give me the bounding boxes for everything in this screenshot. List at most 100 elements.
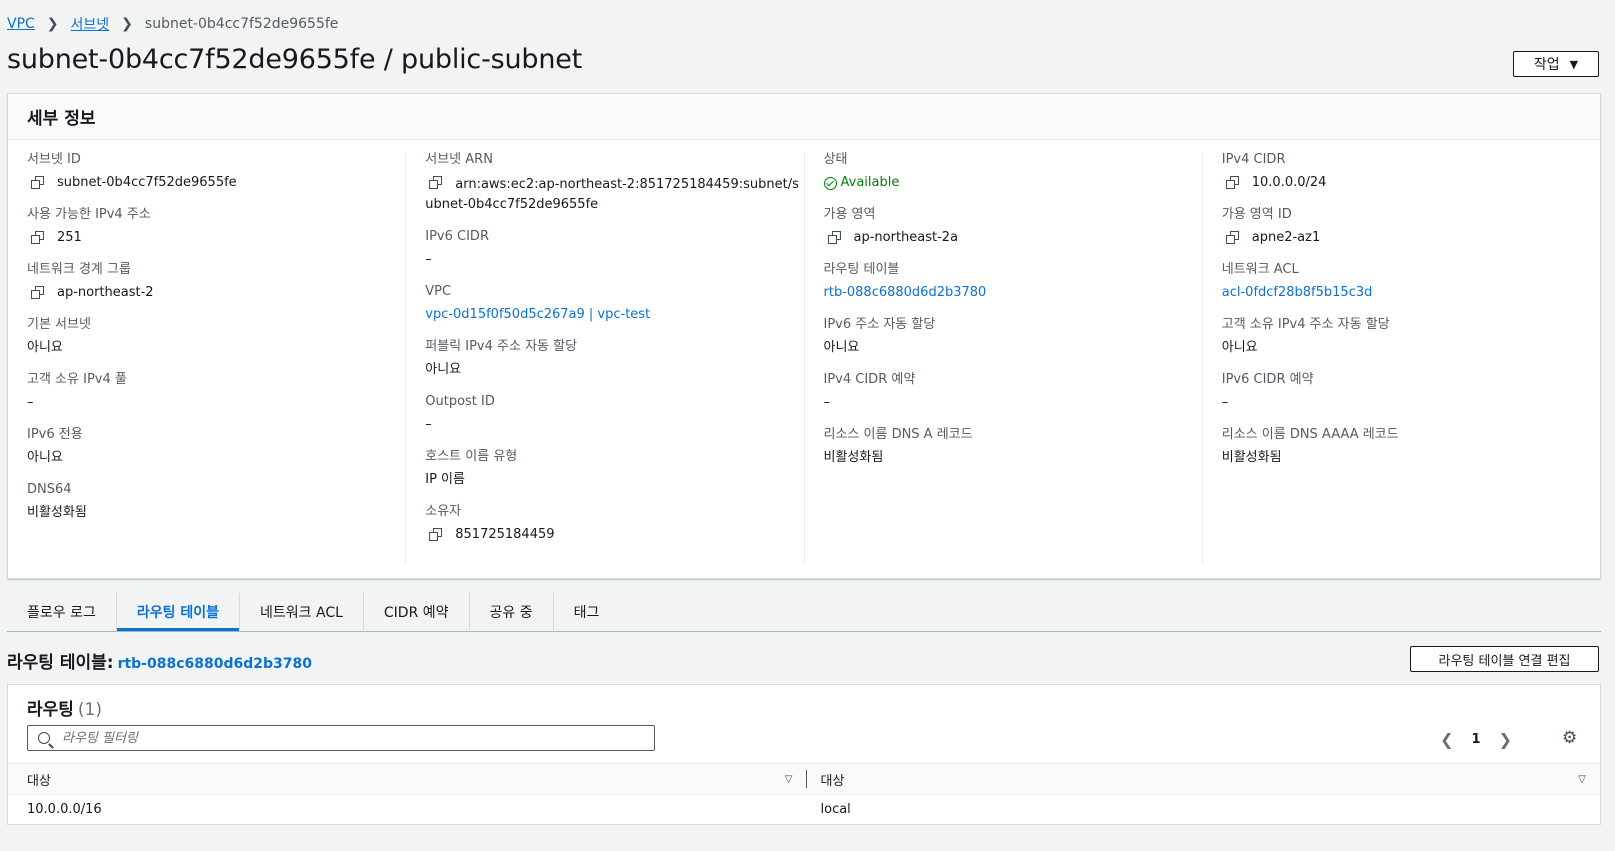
copy-icon[interactable] [429, 528, 443, 542]
field-label: 리소스 이름 DNS A 레코드 [823, 427, 973, 442]
details-column-4: IPv4 CIDR 10.0.0.0/24 가용 영역 ID apne2-az1… [1203, 152, 1600, 564]
route-table-id-link[interactable]: rtb-088c6880d6d2b3780 [118, 656, 312, 672]
routes-filter [27, 725, 655, 751]
field-value: 비활성화됨 [823, 450, 884, 465]
chevron-left-icon[interactable]: ❮ [1440, 730, 1453, 749]
column-header-destination[interactable]: 대상 ▽ [8, 764, 807, 794]
field-value: arn:aws:ec2:ap-northeast-2:851725184459:… [425, 177, 799, 212]
field-label: 서브넷 ID [27, 152, 81, 167]
field-value: 251 [57, 230, 82, 245]
page-number[interactable]: 1 [1472, 732, 1481, 747]
field-label: IPv6 주소 자동 할당 [823, 317, 936, 332]
tab-cidr-reservations[interactable]: CIDR 예약 [364, 593, 470, 630]
routes-filter-input[interactable] [60, 729, 654, 747]
field-auto-assign-customer-ipv4: 고객 소유 IPv4 주소 자동 할당 아니요 [1222, 317, 1600, 358]
routes-panel: 라우팅(1) ❮ 1 ❯ ⚙ 대상 ▽ 대상 ▽ 10.0.0.0/16 loc… [7, 684, 1601, 825]
field-dns-aaaa-record: 리소스 이름 DNS AAAA 레코드 비활성화됨 [1222, 427, 1600, 468]
field-label: IPv4 CIDR 예약 [823, 372, 916, 387]
tab-network-acl[interactable]: 네트워크 ACL [240, 593, 364, 630]
details-column-2: 서브넷 ARN arn:aws:ec2:ap-northeast-2:85172… [406, 152, 805, 564]
field-label: DNS64 [27, 482, 72, 497]
field-subnet-id: 서브넷 ID subnet-0b4cc7f52de9655fe [27, 152, 405, 193]
field-availability-zone-id: 가용 영역 ID apne2-az1 [1222, 207, 1600, 248]
details-column-1: 서브넷 ID subnet-0b4cc7f52de9655fe 사용 가능한 I… [8, 152, 407, 564]
table-header: 대상 ▽ 대상 ▽ [8, 763, 1600, 795]
field-label: IPv6 전용 [27, 427, 83, 442]
field-label: VPC [425, 284, 452, 299]
field-ipv6-cidr: IPv6 CIDR – [425, 229, 803, 270]
field-value: apne2-az1 [1251, 230, 1321, 245]
field-label: 리소스 이름 DNS AAAA 레코드 [1221, 427, 1399, 442]
field-value: 아니요 [425, 362, 462, 377]
routes-header: 라우팅 (1) [27, 695, 102, 720]
sort-down-icon[interactable]: ▽ [1578, 774, 1586, 785]
tab-tags[interactable]: 태그 [554, 593, 620, 630]
table-row: 10.0.0.0/16 local [8, 794, 1600, 824]
field-ipv4-cidr: IPv4 CIDR 10.0.0.0/24 [1222, 152, 1600, 193]
copy-icon[interactable] [429, 176, 443, 190]
field-value: 851725184459 [455, 527, 555, 542]
field-value: – [425, 252, 432, 267]
vpc-link[interactable]: vpc-0d15f0f50d5c267a9 | vpc-test [425, 305, 650, 325]
field-auto-assign-public-ipv4: 퍼블릭 IPv4 주소 자동 할당 아니요 [425, 339, 803, 380]
field-value: ap-northeast-2 [57, 285, 154, 300]
sort-down-icon[interactable]: ▽ [785, 774, 793, 785]
network-acl-link[interactable]: acl-0fdcf28b8f5b15c3d [1222, 283, 1373, 303]
field-label: 고객 소유 IPv4 풀 [27, 372, 127, 387]
route-table-heading: 라우팅 테이블: rtb-088c6880d6d2b3780 [7, 648, 312, 673]
chevron-right-icon: ❯ [46, 16, 59, 32]
field-label: 퍼블릭 IPv4 주소 자동 할당 [425, 339, 578, 354]
field-ipv6-cidr-reservations: IPv6 CIDR 예약 – [1222, 372, 1600, 413]
route-table-heading-label: 라우팅 테이블: [7, 653, 114, 673]
routes-count: (1) [77, 700, 103, 720]
field-label: 가용 영역 [823, 207, 876, 222]
copy-icon[interactable] [31, 286, 45, 300]
details-panel: 세부 정보 서브넷 ID subnet-0b4cc7f52de9655fe 사용… [7, 93, 1601, 579]
copy-icon[interactable] [31, 231, 45, 245]
check-circle-icon [823, 176, 837, 190]
route-table-link[interactable]: rtb-088c6880d6d2b3780 [824, 283, 987, 303]
field-value: IP 이름 [425, 472, 465, 487]
copy-icon[interactable] [1225, 176, 1240, 190]
field-availability-zone: 가용 영역 ap-northeast-2a [824, 207, 1202, 248]
field-dns-a-record: 리소스 이름 DNS A 레코드 비활성화됨 [824, 427, 1202, 468]
tab-flow-logs[interactable]: 플로우 로그 [7, 593, 117, 630]
field-label: 소유자 [425, 504, 462, 519]
copy-icon[interactable] [31, 176, 45, 190]
breadcrumb-vpc-link[interactable]: VPC [7, 16, 35, 32]
chevron-right-icon[interactable]: ❯ [1499, 730, 1512, 749]
search-icon [38, 732, 50, 744]
column-header-label: 대상 [820, 773, 845, 789]
field-value: – [27, 395, 34, 410]
field-value: 아니요 [27, 340, 63, 355]
field-owner: 소유자 851725184459 [425, 504, 803, 545]
field-ipv6-only: IPv6 전용 아니요 [27, 427, 405, 468]
field-value: – [1221, 395, 1229, 410]
field-network-border-group: 네트워크 경계 그룹 ap-northeast-2 [27, 262, 405, 303]
copy-icon[interactable] [1225, 231, 1240, 245]
routes-title: 라우팅 [27, 700, 74, 720]
field-label: 상태 [823, 152, 848, 167]
column-header-label: 대상 [27, 773, 51, 789]
field-label: 네트워크 ACL [1221, 262, 1299, 277]
copy-icon[interactable] [827, 231, 842, 245]
field-label: IPv4 CIDR [1221, 152, 1286, 167]
field-value: 비활성화됨 [1221, 450, 1282, 465]
gear-icon[interactable]: ⚙ [1562, 730, 1578, 747]
field-network-acl: 네트워크 ACL acl-0fdcf28b8f5b15c3d [1222, 262, 1600, 303]
field-available-ipv4: 사용 가능한 IPv4 주소 251 [27, 207, 405, 248]
status-badge: Available [823, 173, 1202, 193]
column-header-target[interactable]: 대상 ▽ [807, 764, 1601, 794]
breadcrumb: VPC ❯ 서브넷 ❯ subnet-0b4cc7f52de9655fe [7, 14, 338, 34]
breadcrumb-subnets-link[interactable]: 서브넷 [71, 14, 110, 34]
status-value: Available [840, 175, 900, 190]
field-value: 아니요 [1221, 340, 1258, 355]
field-state: 상태 Available [823, 152, 1202, 193]
field-subnet-arn: 서브넷 ARN arn:aws:ec2:ap-northeast-2:85172… [425, 152, 803, 215]
edit-route-table-association-button[interactable]: 라우팅 테이블 연결 편집 [1410, 646, 1599, 672]
tab-sharing[interactable]: 공유 중 [470, 593, 554, 630]
field-label: 고객 소유 IPv4 주소 자동 할당 [1221, 317, 1390, 332]
actions-button[interactable]: 작업 ▼ [1513, 51, 1599, 77]
field-label: 기본 서브넷 [27, 317, 91, 332]
tab-route-table[interactable]: 라우팅 테이블 [116, 593, 241, 631]
